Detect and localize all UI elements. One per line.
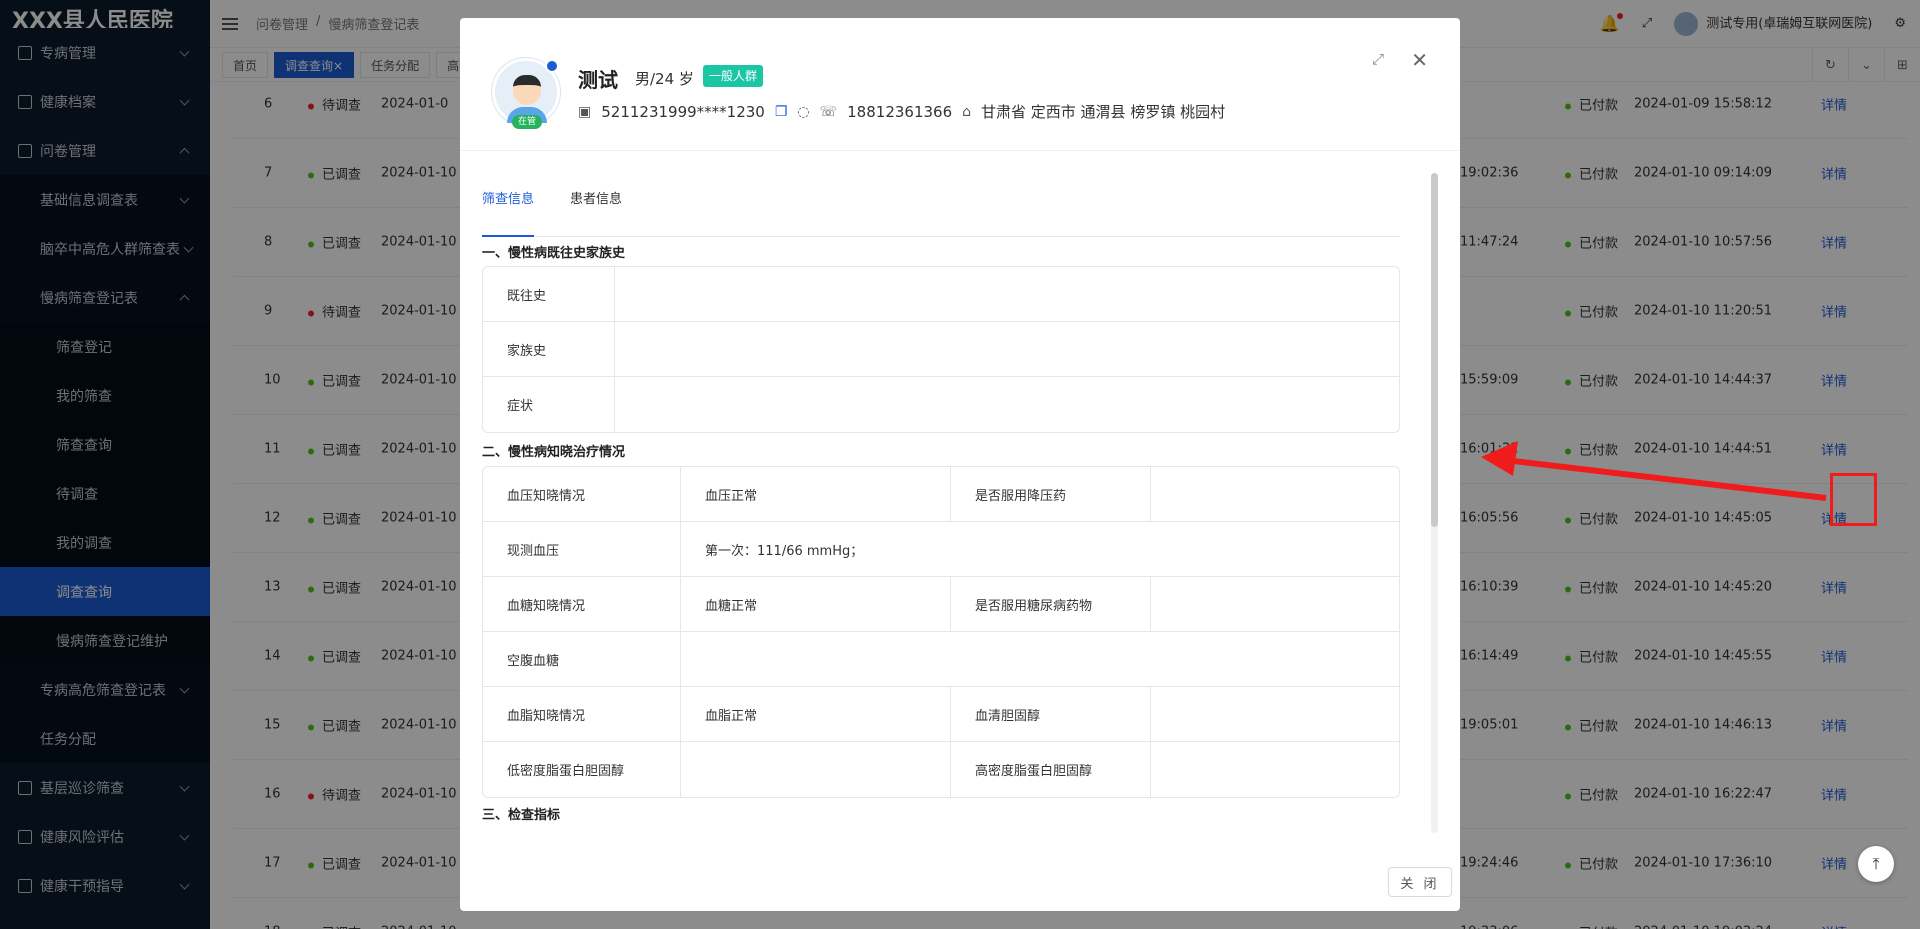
annotation-arrow-line — [1504, 457, 1827, 501]
annotation-highlight-box — [1830, 473, 1877, 526]
annotation-overlay — [1481, 441, 1827, 501]
annotation-arrow-head — [1481, 441, 1518, 476]
